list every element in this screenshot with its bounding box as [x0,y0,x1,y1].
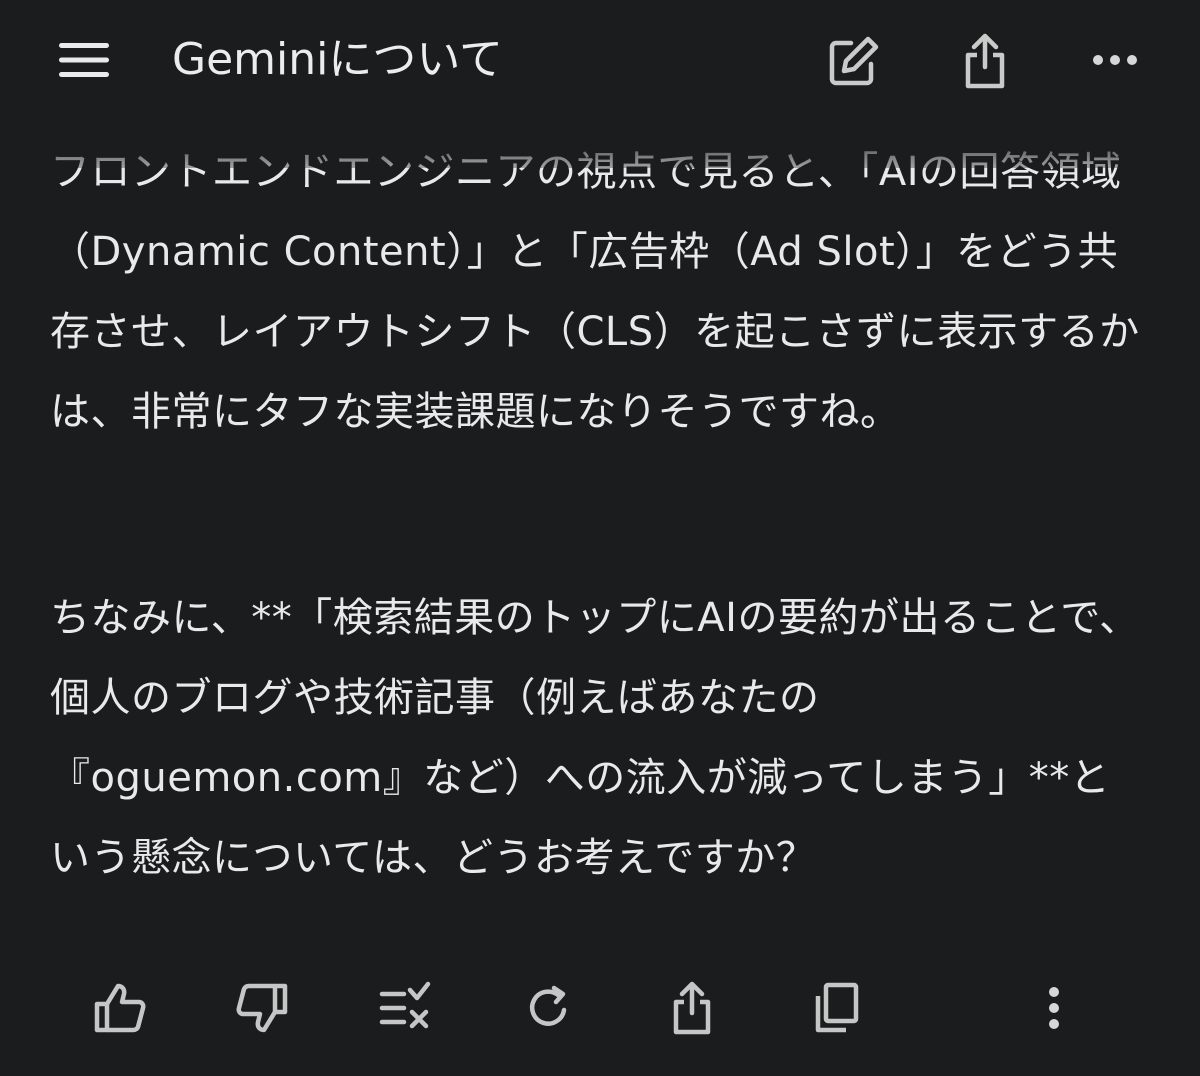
regenerate-button[interactable] [518,978,578,1038]
thumbs-up-icon [94,983,146,1033]
hamburger-menu-icon [59,43,109,77]
more-vertical-icon [1049,987,1059,1029]
share-icon [673,981,711,1035]
thumbs-down-icon [236,983,288,1033]
share-response-button[interactable] [662,978,722,1038]
more-actions-button[interactable] [1024,978,1084,1038]
new-chat-button[interactable] [820,30,886,94]
response-actions-bar [0,970,1200,1046]
share-icon [965,33,1005,89]
edit-square-icon [829,36,879,86]
more-options-button[interactable] [1082,40,1148,80]
top-app-bar: Geminiについて [0,0,1200,124]
page-title: Geminiについて [172,34,504,85]
more-horizontal-icon [1093,55,1137,65]
modify-response-icon [379,981,431,1029]
bad-response-button[interactable] [232,978,292,1038]
share-button[interactable] [952,28,1018,94]
good-response-button[interactable] [90,978,150,1038]
regenerate-icon [529,985,567,1026]
response-paragraph: フロントエンドエンジニアの視点で見ると、「AIの回答領域（Dynamic Con… [50,149,1140,435]
menu-button[interactable] [50,32,116,88]
copy-icon [815,982,859,1033]
modify-response-button[interactable] [374,978,434,1038]
response-paragraph: ちなみに、**「検索結果のトップにAIの要約が出ることで、個人のブログや技術記事… [50,595,1140,881]
copy-button[interactable] [806,978,866,1038]
